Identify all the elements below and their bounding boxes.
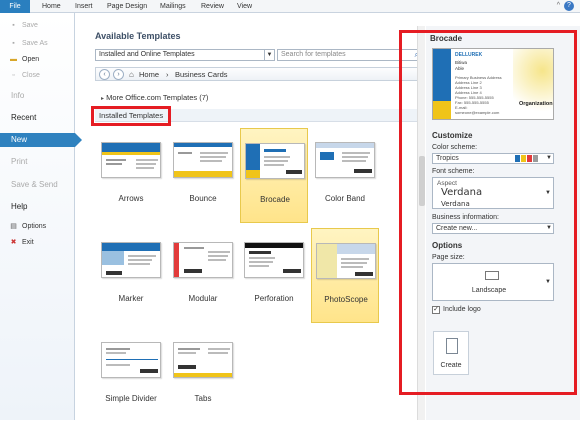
close-doc-icon: ▫: [12, 72, 15, 79]
template-name: Perforation: [254, 294, 294, 303]
save-button[interactable]: ▪ Save: [0, 19, 75, 33]
nav-help[interactable]: Help: [0, 200, 75, 214]
card-thumbnail: [173, 142, 233, 178]
template-name: Brocade: [260, 195, 290, 204]
template-tile-arrows[interactable]: Arrows: [97, 128, 165, 223]
tab-page-design[interactable]: Page Design: [107, 0, 147, 13]
breadcrumb-current[interactable]: Business Cards: [175, 69, 228, 81]
tab-insert[interactable]: Insert: [75, 0, 93, 13]
chevron-down-icon: ▼: [264, 50, 274, 60]
save-icon: ▪: [12, 22, 15, 29]
template-tile-tabs[interactable]: Tabs: [169, 328, 237, 423]
template-tile-brocade[interactable]: Brocade: [240, 128, 308, 223]
template-name: Marker: [118, 294, 144, 303]
breadcrumb-separator: ›: [166, 70, 169, 79]
template-tile-photoscope[interactable]: PhotoScope: [311, 228, 379, 323]
card-thumbnail: [101, 342, 161, 378]
card-thumbnail: [316, 243, 376, 279]
card-thumbnail: [101, 242, 161, 278]
template-tile-perforation[interactable]: Perforation: [240, 228, 308, 323]
more-office-templates-link[interactable]: ▸ More Office.com Templates (7): [101, 93, 208, 102]
tab-mailings[interactable]: Mailings: [160, 0, 186, 13]
template-tile-modular[interactable]: Modular: [169, 228, 237, 323]
breadcrumb: ‹ › ⌂ Home › Business Cards: [95, 67, 421, 81]
page-title: Available Templates: [95, 31, 181, 41]
template-tile-bounce[interactable]: Bounce: [169, 128, 237, 223]
template-name: PhotoScope: [324, 295, 368, 304]
template-name: Bounce: [189, 194, 217, 203]
card-thumbnail: [245, 143, 305, 179]
template-name: Arrows: [118, 194, 144, 203]
template-name: Simple Divider: [105, 394, 157, 403]
nav-save-send[interactable]: Save & Send: [0, 178, 75, 192]
template-tile-simple-divider[interactable]: Simple Divider: [97, 328, 165, 423]
close-button[interactable]: ▫ Close: [0, 69, 75, 83]
exit-button[interactable]: ✖ Exit: [0, 236, 75, 250]
home-icon: ⌂: [129, 70, 134, 79]
options-icon: ▤: [10, 223, 17, 230]
forward-icon[interactable]: ›: [113, 69, 124, 80]
card-thumbnail: [173, 242, 233, 278]
card-thumbnail: [101, 142, 161, 178]
nav-info[interactable]: Info: [0, 89, 75, 103]
template-tile-marker[interactable]: Marker: [97, 228, 165, 323]
highlight-box-panel: [399, 30, 577, 395]
card-thumbnail: [244, 242, 304, 278]
breadcrumb-home[interactable]: Home: [139, 69, 159, 81]
template-tile-color-band[interactable]: Color Band: [311, 128, 379, 223]
template-name: Color Band: [324, 194, 366, 203]
minimize-ribbon-icon[interactable]: ^: [557, 2, 560, 9]
tab-view[interactable]: View: [237, 0, 252, 13]
highlight-box-installed: [91, 106, 171, 126]
open-button[interactable]: ▬ Open: [0, 53, 75, 67]
save-as-button[interactable]: ▪ Save As: [0, 37, 75, 51]
template-filter-dropdown[interactable]: Installed and Online Templates ▼: [95, 49, 275, 61]
nav-new[interactable]: New: [0, 133, 82, 147]
tab-file[interactable]: File: [0, 0, 30, 13]
tab-home[interactable]: Home: [42, 0, 61, 13]
nav-print[interactable]: Print: [0, 155, 75, 169]
backstage-nav: ▪ Save ▪ Save As ▬ Open ▫ Close Info Recent …: [0, 13, 82, 420]
save-as-icon: ▪: [12, 40, 15, 47]
templates-area: Available Templates Installed and Online…: [85, 13, 425, 420]
nav-recent[interactable]: Recent: [0, 111, 75, 125]
template-name: Tabs: [194, 394, 212, 403]
ribbon-bar: File Home Insert Page Design Mailings Re…: [0, 0, 580, 13]
card-thumbnail: [315, 142, 375, 178]
exit-icon: ✖: [10, 239, 17, 246]
template-name: Modular: [188, 294, 218, 303]
help-icon[interactable]: ?: [564, 1, 574, 11]
folder-icon: ▬: [10, 56, 17, 63]
expand-triangle-icon: ▸: [101, 96, 105, 102]
card-thumbnail: [173, 342, 233, 378]
tab-review[interactable]: Review: [201, 0, 224, 13]
options-button[interactable]: ▤ Options: [0, 220, 75, 234]
back-icon[interactable]: ‹: [99, 69, 110, 80]
